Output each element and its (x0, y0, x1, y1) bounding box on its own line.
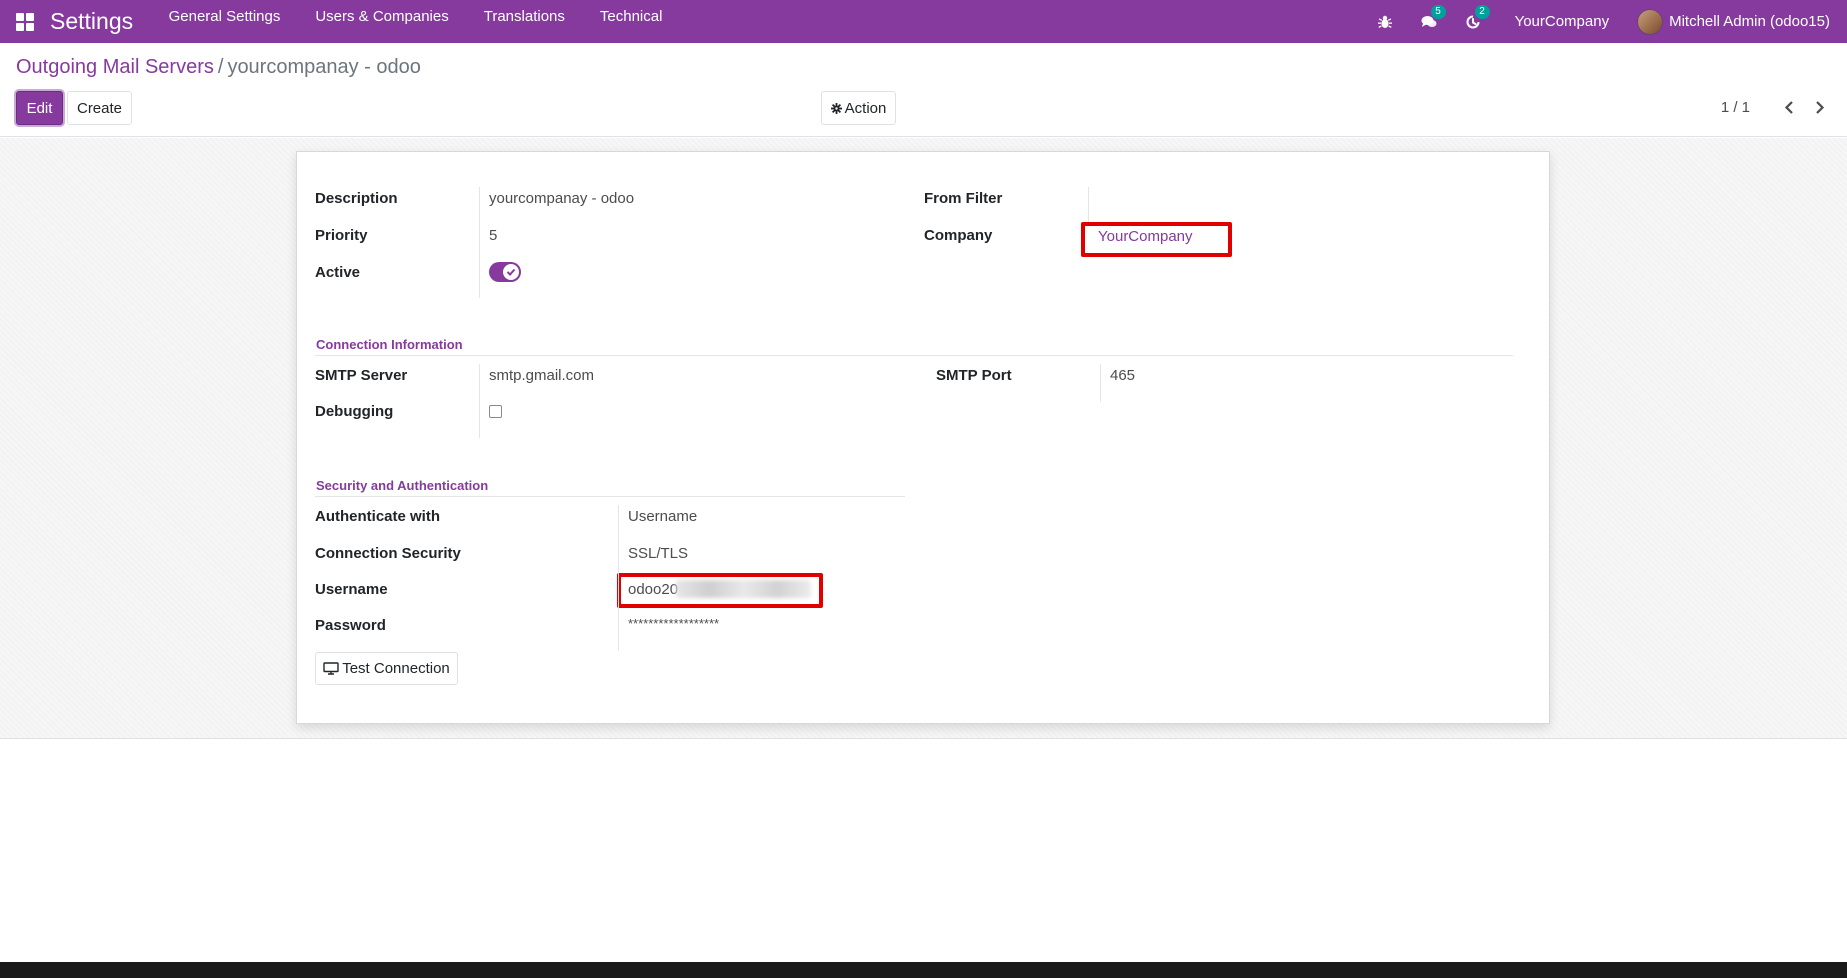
active-label: Active (315, 264, 361, 281)
password-field[interactable]: ****************** (628, 616, 719, 631)
field-divider (479, 364, 480, 438)
description-label: Description (315, 190, 398, 207)
form-sheet (296, 151, 1550, 724)
description-field[interactable]: yourcompanay - odoo (489, 190, 634, 207)
navbar-systray: 5 2 YourCompany Mitchell Admin (odoo15) (1363, 0, 1847, 43)
debug-bug-icon[interactable] (1363, 0, 1407, 43)
pager-next-button[interactable] (1805, 93, 1833, 121)
smtp-server-field[interactable]: smtp.gmail.com (489, 367, 594, 384)
chevron-right-icon (1815, 100, 1824, 114)
priority-label: Priority (315, 227, 368, 244)
section-divider (315, 496, 905, 497)
pager-previous-button[interactable] (1775, 93, 1803, 121)
smtp-port-field[interactable]: 465 (1110, 367, 1135, 384)
connection-security-label: Connection Security (315, 545, 461, 562)
username-label: Username (315, 581, 388, 598)
control-panel: Outgoing Mail Servers / yourcompanay - odo… (0, 43, 1847, 137)
pager-value[interactable]: 1 / 1 (1721, 99, 1750, 116)
breadcrumb: Outgoing Mail Servers / yourcompanay - odo… (16, 56, 421, 79)
apps-menu-icon[interactable] (0, 0, 50, 43)
chevron-left-icon (1784, 100, 1793, 114)
action-button[interactable]: Action (821, 91, 896, 125)
field-divider (1088, 187, 1089, 223)
edit-button[interactable]: Edit (16, 91, 63, 125)
action-button-label: Action (844, 99, 887, 117)
avatar (1637, 8, 1664, 35)
company-label: Company (924, 227, 993, 244)
monitor-icon (323, 662, 339, 675)
activities-clock-icon[interactable]: 2 (1451, 0, 1495, 43)
company-switcher[interactable]: YourCompany (1495, 13, 1638, 30)
messaging-chat-icon[interactable]: 5 (1407, 0, 1451, 43)
activities-count-badge: 2 (1474, 5, 1490, 19)
menu-translations[interactable]: Translations (466, 0, 582, 43)
gear-icon (830, 102, 842, 114)
smtp-server-label: SMTP Server (315, 367, 408, 384)
user-name: Mitchell Admin (odoo15) (1669, 13, 1830, 30)
section-divider (315, 355, 1513, 356)
menu-general-settings[interactable]: General Settings (151, 0, 298, 43)
connection-security-field[interactable]: SSL/TLS (628, 545, 688, 562)
debugging-label: Debugging (315, 403, 394, 420)
connection-information-section-title: Connection Information (316, 337, 463, 352)
test-connection-button[interactable]: Test Connection (315, 652, 458, 685)
highlight-username-box (617, 573, 823, 608)
smtp-port-label: SMTP Port (936, 367, 1012, 384)
breadcrumb-current-record: yourcompanay - odoo (227, 56, 421, 78)
field-divider (618, 505, 619, 651)
security-authentication-section-title: Security and Authentication (316, 478, 489, 493)
messages-count-badge: 5 (1430, 5, 1446, 19)
window-bottom-strip (0, 962, 1847, 978)
highlight-company-box (1081, 222, 1232, 257)
debugging-checkbox[interactable] (489, 405, 502, 418)
menu-technical[interactable]: Technical (582, 0, 680, 43)
check-icon (506, 268, 516, 276)
field-divider (479, 187, 480, 298)
priority-field[interactable]: 5 (489, 227, 497, 244)
from-filter-label: From Filter (924, 190, 1003, 207)
breadcrumb-separator: / (217, 56, 224, 78)
menu-users-companies[interactable]: Users & Companies (298, 0, 466, 43)
test-connection-label: Test Connection (342, 660, 450, 677)
app-title[interactable]: Settings (50, 8, 133, 35)
create-button[interactable]: Create (67, 91, 132, 125)
authenticate-with-field[interactable]: Username (628, 508, 697, 525)
user-menu[interactable]: Mitchell Admin (odoo15) (1637, 8, 1847, 35)
field-divider (1100, 364, 1101, 402)
top-navbar: Settings General Settings Users & Compan… (0, 0, 1847, 43)
active-toggle[interactable] (489, 262, 521, 282)
password-label: Password (315, 617, 386, 634)
authenticate-with-label: Authenticate with (315, 508, 441, 525)
breadcrumb-outgoing-mail-servers[interactable]: Outgoing Mail Servers (16, 56, 214, 78)
